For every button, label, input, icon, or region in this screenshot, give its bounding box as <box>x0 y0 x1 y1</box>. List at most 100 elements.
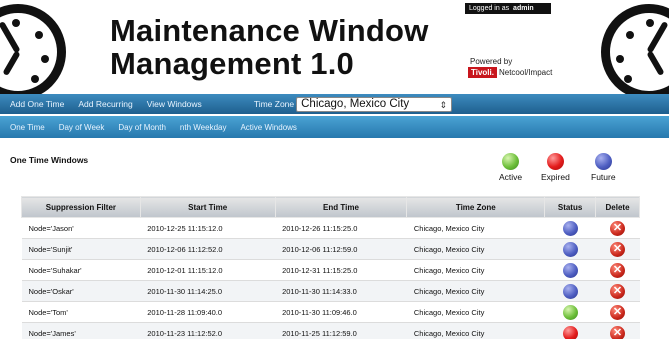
cell-status <box>544 280 596 302</box>
cell-filter: Node='Suhakar' <box>21 259 141 281</box>
table-row: Node='Tom' 2010-11-28 11:09:40.0 2010-11-3… <box>21 301 640 323</box>
product-name: Netcool/Impact <box>498 68 553 77</box>
clock-dot <box>624 75 632 83</box>
tivoli-logo: Tivoli. <box>468 67 497 78</box>
active-status-icon <box>502 153 520 170</box>
nav-add-recurring[interactable]: Add Recurring <box>78 99 132 109</box>
cell-delete: ✕ <box>595 259 640 281</box>
cell-start-time: 2010-12-25 11:15:12.0 <box>140 217 276 239</box>
table-row: Node='James' 2010-11-23 11:12:52.0 2010-11… <box>21 322 640 339</box>
cell-status <box>544 259 596 281</box>
col-time-zone[interactable]: Time Zone <box>406 196 546 218</box>
app-title-line1: Maintenance Window <box>110 13 429 48</box>
clock-dot <box>12 19 20 27</box>
select-arrows-icon: ⇕ <box>439 99 448 110</box>
legend-future: Future <box>591 153 616 182</box>
cell-delete: ✕ <box>595 238 640 260</box>
col-suppression-filter[interactable]: Suppression Filter <box>21 196 141 218</box>
cell-delete: ✕ <box>595 280 640 302</box>
login-status: Logged in as admin <box>465 3 551 14</box>
cell-filter: Node='Tom' <box>21 301 141 323</box>
cell-end-time: 2010-11-25 11:12:59.0 <box>275 322 407 339</box>
windows-table: Suppression Filter Start Time End Time T… <box>21 196 640 339</box>
future-status-icon <box>562 283 578 299</box>
powered-by-label: Powered by <box>470 57 513 66</box>
timezone-select[interactable]: Chicago, Mexico City ⇕ <box>296 96 453 112</box>
cell-start-time: 2010-11-28 11:09:40.0 <box>140 301 276 323</box>
future-status-icon <box>562 220 578 236</box>
clock-dot <box>35 31 43 39</box>
tab-day-of-month[interactable]: Day of Month <box>118 123 166 132</box>
section-title: One Time Windows <box>10 155 89 165</box>
cell-delete: ✕ <box>595 301 640 323</box>
cell-time-zone: Chicago, Mexico City <box>406 322 545 339</box>
expired-status-icon <box>562 325 578 339</box>
table-row: Node='Oskar' 2010-11-30 11:14:25.0 2010-11… <box>21 280 640 302</box>
tab-one-time[interactable]: One Time <box>10 123 45 132</box>
cell-end-time: 2010-12-06 11:12:59.0 <box>275 238 407 260</box>
clock-logo-right-icon <box>601 4 669 100</box>
tab-active-windows[interactable]: Active Windows <box>240 123 296 132</box>
nav-add-one-time[interactable]: Add One Time <box>10 99 64 109</box>
table-row: Node='Sunjit' 2010-12-06 11:12:52.0 2010-1… <box>21 238 640 260</box>
active-status-icon <box>562 304 578 320</box>
cell-time-zone: Chicago, Mexico City <box>406 238 545 260</box>
nav-view-windows[interactable]: View Windows <box>147 99 202 109</box>
tab-day-of-week[interactable]: Day of Week <box>59 123 105 132</box>
cell-delete: ✕ <box>595 322 640 339</box>
cell-end-time: 2010-11-30 11:14:33.0 <box>275 280 407 302</box>
future-status-icon <box>562 241 578 257</box>
product-logo: Tivoli. Netcool/Impact <box>468 67 552 78</box>
app-title-line2: Management 1.0 <box>110 46 354 81</box>
delete-x-icon[interactable]: ✕ <box>610 220 626 236</box>
legend-active: Active <box>499 153 522 182</box>
future-status-icon <box>562 262 578 278</box>
secondary-nav: One Time Day of Week Day of Month nth We… <box>0 116 669 138</box>
col-start-time[interactable]: Start Time <box>139 196 276 218</box>
cell-time-zone: Chicago, Mexico City <box>406 280 545 302</box>
cell-status <box>544 217 596 239</box>
cell-filter: Node='Sunjit' <box>21 238 141 260</box>
primary-nav: Add One Time Add Recurring View Windows … <box>0 94 669 114</box>
cell-end-time: 2010-11-30 11:09:46.0 <box>275 301 407 323</box>
cell-start-time: 2010-11-23 11:12:52.0 <box>140 322 276 339</box>
timezone-label: Time Zone <box>253 99 295 109</box>
app-title: Maintenance Window Management 1.0 <box>110 14 429 80</box>
expired-status-icon <box>546 153 564 170</box>
delete-x-icon[interactable]: ✕ <box>610 325 626 339</box>
table-header-row: Suppression Filter Start Time End Time T… <box>21 196 640 218</box>
cell-time-zone: Chicago, Mexico City <box>406 301 545 323</box>
logged-in-label: Logged in as <box>469 5 510 12</box>
table-row: Node='Jason' 2010-12-25 11:15:12.0 2010-12… <box>21 217 640 239</box>
future-status-icon <box>594 153 612 170</box>
delete-x-icon[interactable]: ✕ <box>610 304 626 320</box>
legend-expired: Expired <box>541 153 570 182</box>
cell-status <box>544 301 596 323</box>
delete-x-icon[interactable]: ✕ <box>610 262 626 278</box>
cell-start-time: 2010-12-01 11:15:12.0 <box>140 259 276 281</box>
cell-filter: Node='Oskar' <box>21 280 141 302</box>
cell-time-zone: Chicago, Mexico City <box>406 217 545 239</box>
clock-dot <box>41 55 49 63</box>
cell-filter: Node='Jason' <box>21 217 141 239</box>
clock-logo-left-icon <box>0 4 66 100</box>
clock-dot <box>616 55 624 63</box>
clock-dot <box>626 31 634 39</box>
table-row: Node='Suhakar' 2010-12-01 11:15:12.0 2010-… <box>21 259 640 281</box>
cell-start-time: 2010-12-06 11:12:52.0 <box>140 238 276 260</box>
cell-status <box>544 322 596 339</box>
cell-time-zone: Chicago, Mexico City <box>406 259 545 281</box>
clock-hand <box>646 50 665 77</box>
clock-dot <box>646 19 654 27</box>
cell-delete: ✕ <box>595 217 640 239</box>
cell-end-time: 2010-12-26 11:15:25.0 <box>275 217 407 239</box>
clock-dot <box>31 75 39 83</box>
clock-hand <box>2 50 21 77</box>
delete-x-icon[interactable]: ✕ <box>610 283 626 299</box>
col-delete[interactable]: Delete <box>595 196 640 218</box>
col-status[interactable]: Status <box>544 196 597 218</box>
delete-x-icon[interactable]: ✕ <box>610 241 626 257</box>
tab-nth-weekday[interactable]: nth Weekday <box>180 123 227 132</box>
col-end-time[interactable]: End Time <box>274 196 408 218</box>
cell-start-time: 2010-11-30 11:14:25.0 <box>140 280 276 302</box>
